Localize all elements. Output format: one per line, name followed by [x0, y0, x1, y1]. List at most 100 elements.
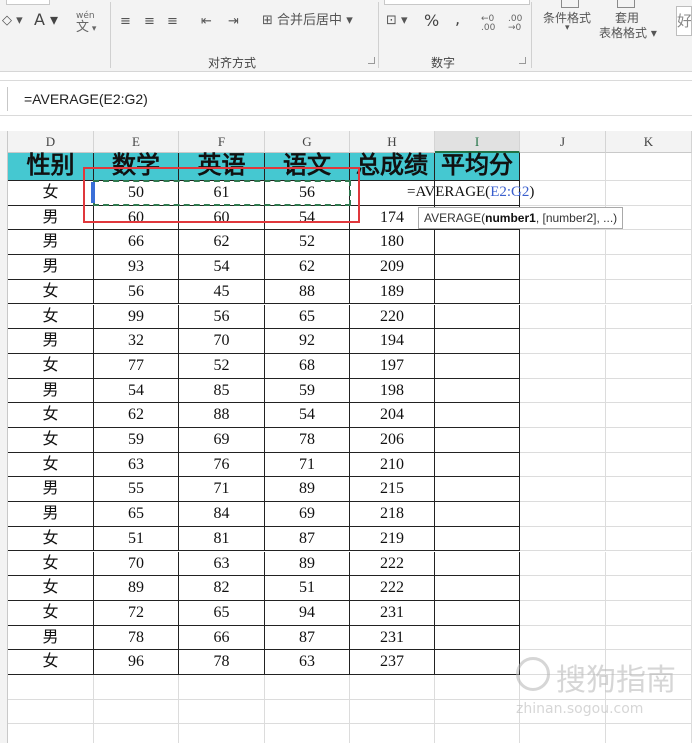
table-cell[interactable]: [435, 625, 520, 651]
table-cell[interactable]: 189: [350, 279, 435, 305]
table-cell[interactable]: 87: [265, 526, 350, 552]
table-cell[interactable]: 55: [94, 477, 179, 503]
table-cell[interactable]: 女: [8, 576, 94, 601]
table-cell[interactable]: [435, 353, 520, 379]
font-size-box-fragment[interactable]: [6, 0, 50, 5]
table-cell[interactable]: [435, 255, 520, 280]
table-cell[interactable]: 50: [94, 181, 179, 206]
alignment-dialog-launcher[interactable]: [368, 57, 375, 64]
empty-cell[interactable]: [265, 699, 350, 725]
table-cell[interactable]: [435, 230, 520, 256]
pinyin-button[interactable]: wén 文 ▾: [76, 12, 96, 35]
table-cell[interactable]: 65: [94, 502, 179, 527]
row-header-strip[interactable]: [0, 131, 8, 743]
table-cell[interactable]: 62: [179, 230, 265, 256]
header-cell[interactable]: 数学: [94, 153, 179, 181]
cell-style-good[interactable]: 好: [676, 6, 692, 36]
table-cell[interactable]: [435, 477, 520, 503]
empty-cell[interactable]: [94, 724, 179, 743]
format-as-table-button[interactable]: 套用 表格格式 ▾: [599, 0, 657, 39]
table-cell[interactable]: 222: [350, 551, 435, 577]
spreadsheet-grid[interactable]: D E F G H I J K 性别 数学 英语 语文 总成绩 平均分女 50 61 56 男 60 60 54 174 男…: [0, 131, 692, 743]
empty-cell[interactable]: [179, 724, 265, 743]
align-center-button[interactable]: ≡: [144, 15, 155, 28]
empty-cell[interactable]: [606, 279, 692, 305]
table-cell[interactable]: 66: [94, 230, 179, 256]
table-cell[interactable]: 209: [350, 255, 435, 280]
fill-color-button[interactable]: ◇ ▾: [2, 14, 23, 27]
empty-cell[interactable]: [606, 304, 692, 330]
column-header-f[interactable]: F: [179, 131, 265, 153]
table-cell[interactable]: 72: [94, 600, 179, 626]
empty-cell[interactable]: [606, 353, 692, 379]
table-cell[interactable]: 81: [179, 526, 265, 552]
table-cell[interactable]: 197: [350, 353, 435, 379]
table-cell[interactable]: 65: [265, 304, 350, 330]
empty-cell[interactable]: [520, 304, 606, 330]
table-cell[interactable]: 206: [350, 428, 435, 453]
table-cell[interactable]: 222: [350, 576, 435, 601]
empty-cell[interactable]: [520, 551, 606, 577]
empty-cell[interactable]: [520, 378, 606, 404]
table-cell[interactable]: 204: [350, 403, 435, 428]
formula-input[interactable]: =AVERAGE(E2:G2): [24, 91, 148, 107]
column-header-g[interactable]: G: [265, 131, 350, 153]
merge-center-button[interactable]: ⊞ 合并后居中 ▾: [262, 14, 353, 27]
table-cell[interactable]: 92: [265, 329, 350, 354]
table-cell[interactable]: 71: [265, 452, 350, 478]
empty-cell[interactable]: [8, 675, 94, 700]
empty-cell[interactable]: [520, 353, 606, 379]
empty-cell[interactable]: [520, 600, 606, 626]
table-cell[interactable]: 60: [94, 205, 179, 231]
header-cell[interactable]: 性别: [8, 153, 94, 181]
column-header-j[interactable]: J: [520, 131, 606, 153]
table-cell[interactable]: 女: [8, 181, 94, 206]
table-cell[interactable]: 54: [179, 255, 265, 280]
comma-button[interactable]: ,: [455, 11, 460, 27]
empty-cell[interactable]: [520, 625, 606, 651]
table-cell[interactable]: 65: [179, 600, 265, 626]
table-cell[interactable]: 51: [94, 526, 179, 552]
table-cell[interactable]: 54: [265, 403, 350, 428]
empty-cell[interactable]: [606, 403, 692, 428]
empty-cell[interactable]: [179, 675, 265, 700]
increase-indent-button[interactable]: ⇥: [228, 15, 239, 28]
table-cell[interactable]: 68: [265, 353, 350, 379]
empty-cell[interactable]: [520, 576, 606, 601]
table-cell[interactable]: [435, 576, 520, 601]
table-cell[interactable]: 78: [94, 625, 179, 651]
table-cell[interactable]: 71: [179, 477, 265, 503]
table-cell[interactable]: 70: [94, 551, 179, 577]
table-cell[interactable]: 61: [179, 181, 265, 206]
table-cell[interactable]: 男: [8, 329, 94, 354]
empty-cell[interactable]: [606, 526, 692, 552]
empty-cell[interactable]: [520, 452, 606, 478]
empty-cell[interactable]: [520, 403, 606, 428]
table-cell[interactable]: 62: [94, 403, 179, 428]
table-cell[interactable]: 94: [265, 600, 350, 626]
table-cell[interactable]: 78: [179, 650, 265, 675]
table-cell[interactable]: 194: [350, 329, 435, 354]
empty-cell[interactable]: [8, 724, 94, 743]
empty-cell[interactable]: [606, 230, 692, 256]
table-cell[interactable]: 89: [265, 477, 350, 503]
table-cell[interactable]: 220: [350, 304, 435, 330]
empty-cell[interactable]: [265, 675, 350, 700]
empty-cell[interactable]: [520, 153, 606, 181]
empty-cell[interactable]: [350, 699, 435, 725]
table-cell[interactable]: [435, 304, 520, 330]
table-cell[interactable]: [435, 502, 520, 527]
table-cell[interactable]: 89: [94, 576, 179, 601]
table-cell[interactable]: 54: [265, 205, 350, 231]
table-cell[interactable]: 女: [8, 279, 94, 305]
empty-cell[interactable]: [8, 699, 94, 725]
table-cell[interactable]: 218: [350, 502, 435, 527]
table-cell[interactable]: 89: [265, 551, 350, 577]
align-right-button[interactable]: ≡: [167, 15, 178, 28]
table-cell[interactable]: 56: [179, 304, 265, 330]
table-cell[interactable]: 70: [179, 329, 265, 354]
table-cell[interactable]: 76: [179, 452, 265, 478]
table-cell[interactable]: 78: [265, 428, 350, 453]
table-cell[interactable]: 63: [265, 650, 350, 675]
table-cell[interactable]: 63: [179, 551, 265, 577]
